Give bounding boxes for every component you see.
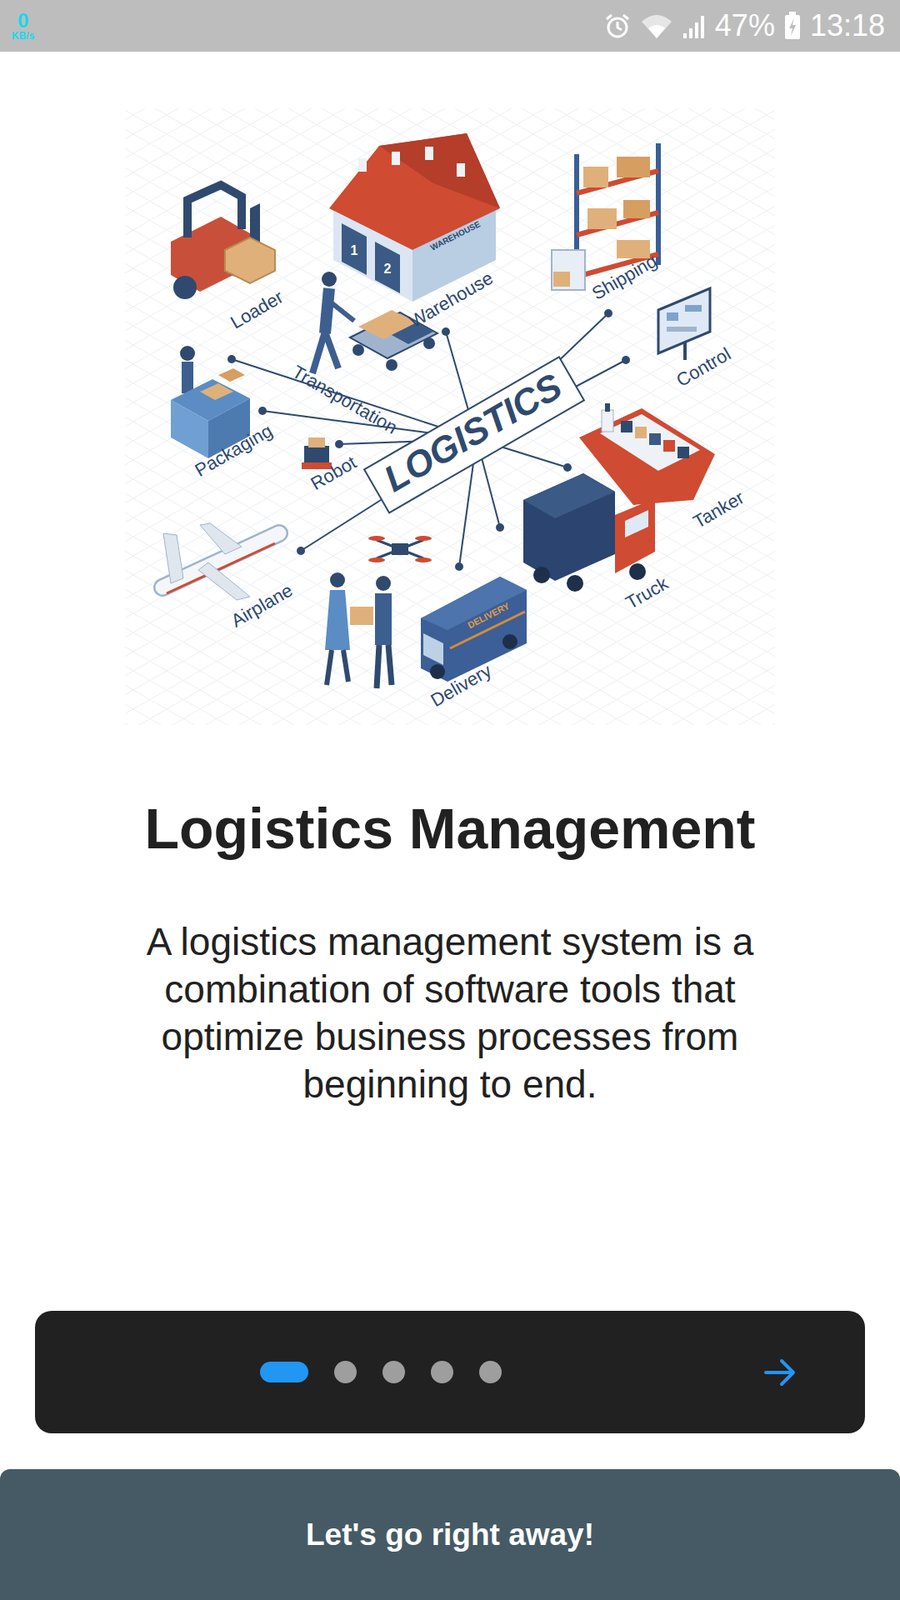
arrow-right-icon bbox=[761, 1354, 799, 1391]
node-label: Transportation bbox=[288, 360, 401, 438]
connector-dot bbox=[227, 355, 236, 364]
connector-dot bbox=[258, 406, 267, 415]
page-dot[interactable] bbox=[334, 1360, 357, 1384]
node-label: Tanker bbox=[689, 486, 748, 533]
warehouse-sign: WAREHOUSE bbox=[429, 219, 483, 253]
next-button[interactable] bbox=[761, 1354, 799, 1391]
speed-unit: KB/s bbox=[11, 30, 35, 41]
connector-dot bbox=[604, 309, 613, 318]
battery-percent: 47% bbox=[715, 10, 775, 41]
connector-dot bbox=[441, 327, 450, 336]
wifi-icon bbox=[640, 11, 674, 40]
node-label: Robot bbox=[307, 451, 360, 495]
connector-dot bbox=[563, 463, 572, 472]
van-sign: DELIVERY bbox=[465, 600, 512, 630]
node-label: Control bbox=[672, 343, 735, 391]
connector-dot bbox=[455, 562, 464, 571]
alarm-icon bbox=[603, 11, 632, 40]
center-label: LOGISTICS bbox=[376, 365, 569, 500]
connector-dot bbox=[621, 355, 630, 365]
page-content: 1 2 WAREHOUSE DELIVERY LOGISTICS Loader Wareho… bbox=[0, 51, 900, 1311]
node-label: Shipping bbox=[588, 250, 661, 304]
speed-value: 0 bbox=[17, 10, 29, 31]
node-label: Loader bbox=[226, 286, 287, 334]
monitor-icon bbox=[658, 288, 710, 360]
battery-icon bbox=[783, 10, 802, 41]
status-icons: 47% 13:18 bbox=[603, 10, 885, 41]
network-speed: 0KB/s bbox=[11, 10, 35, 41]
connector-dot bbox=[495, 523, 505, 532]
warehouse-door-number: 2 bbox=[384, 261, 392, 276]
drone-icon bbox=[368, 535, 432, 563]
signal-icon bbox=[681, 11, 707, 40]
node-label: Delivery bbox=[427, 660, 495, 711]
forklift-icon bbox=[170, 185, 275, 300]
airplane-icon bbox=[162, 523, 280, 600]
node-label: Packaging bbox=[191, 420, 276, 481]
pager-bar bbox=[35, 1310, 865, 1434]
start-button[interactable]: Let's go right away! bbox=[0, 1469, 900, 1600]
onboarding-description: A logistics management system is a combi… bbox=[91, 918, 809, 1109]
clock: 13:18 bbox=[810, 10, 885, 41]
page-indicator bbox=[260, 1360, 502, 1384]
people-icon bbox=[325, 572, 392, 689]
warehouse-door-number: 1 bbox=[350, 243, 359, 258]
onboarding-title: Logistics Management bbox=[144, 794, 755, 863]
onboarding-screen: 0KB/s 47% 13:18 1 2 WAREHOUSE DELIVERY LOGISTIC… bbox=[0, 0, 900, 1600]
truck-icon bbox=[523, 473, 655, 592]
node-label: Truck bbox=[622, 572, 673, 614]
connector-dot bbox=[296, 546, 305, 555]
page-dot[interactable] bbox=[260, 1361, 309, 1383]
page-dot[interactable] bbox=[382, 1360, 405, 1384]
connector-dot bbox=[335, 440, 344, 449]
center-badge: LOGISTICS bbox=[364, 356, 585, 513]
grid-background bbox=[125, 108, 775, 725]
logistics-illustration: 1 2 WAREHOUSE DELIVERY LOGISTICS Loader Wareho… bbox=[125, 108, 775, 725]
node-label: Airplane bbox=[227, 579, 296, 631]
status-bar: 0KB/s 47% 13:18 bbox=[0, 0, 900, 52]
page-dot[interactable] bbox=[479, 1360, 502, 1384]
node-label: Warehouse bbox=[405, 267, 497, 332]
page-dot[interactable] bbox=[430, 1360, 454, 1384]
